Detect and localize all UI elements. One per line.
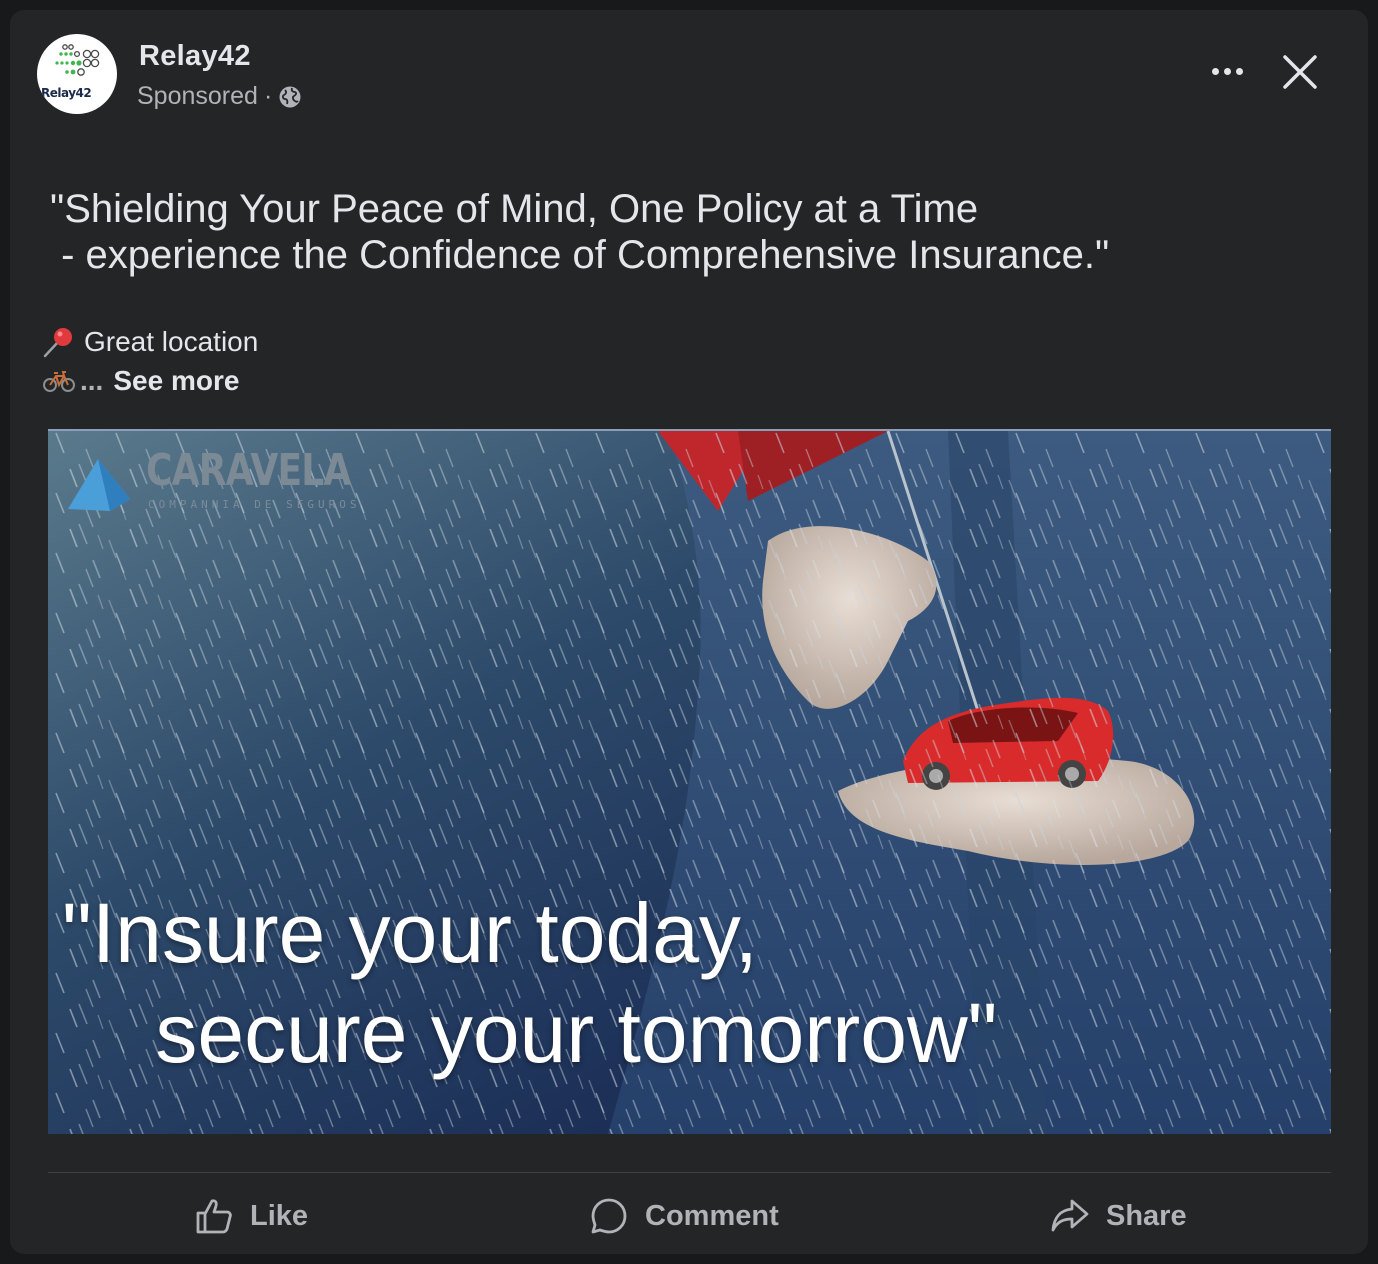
meta-separator: · [263, 82, 273, 110]
sponsored-label[interactable]: Sponsored [137, 82, 258, 111]
see-more-link[interactable]: See more [113, 365, 239, 397]
more-options-button[interactable] [1202, 56, 1252, 86]
thumbs-up-icon [196, 1199, 232, 1234]
globe-icon[interactable] [278, 85, 302, 109]
like-label: Like [250, 1199, 309, 1232]
see-more-line: ... See more [42, 365, 239, 397]
location-line: Great location [42, 325, 258, 359]
ad-slogan: "Insure your today, secure your tomorrow… [62, 886, 998, 1080]
avatar-text: Relay42 [41, 86, 92, 100]
brand-name: CARAVELA [146, 445, 351, 496]
caravela-logo-icon [68, 459, 130, 511]
post-header: Relay42 Relay42 Sponsored · [10, 10, 1368, 130]
location-text: Great location [84, 326, 259, 357]
round-pushpin-icon [43, 328, 72, 358]
share-arrow-icon [1051, 1199, 1089, 1232]
relay42-logo-icon [55, 44, 100, 76]
share-label: Share [1106, 1199, 1187, 1232]
share-button[interactable]: Share [1050, 1178, 1187, 1254]
ellipsis: ... [80, 365, 104, 396]
bicycle-icon [43, 371, 75, 392]
ad-image[interactable]: CARAVELA COMPANHIA DE SEGUROS "Insure yo… [48, 429, 1331, 1134]
post-meta: Sponsored · [137, 82, 302, 111]
close-icon[interactable] [1278, 50, 1322, 94]
sponsored-post-card: Relay42 Relay42 Sponsored · "Shielding Y… [10, 10, 1368, 1254]
page-avatar[interactable]: Relay42 [37, 34, 117, 114]
actions-divider [48, 1172, 1331, 1173]
like-button[interactable]: Like [194, 1178, 308, 1254]
comment-button[interactable]: Comment [589, 1178, 779, 1254]
comment-label: Comment [645, 1199, 779, 1232]
post-body-text: "Shielding Your Peace of Mind, One Polic… [50, 187, 1110, 277]
comment-icon [591, 1198, 627, 1234]
brand-subtitle: COMPANHIA DE SEGUROS [148, 498, 361, 511]
more-horizontal-icon [1211, 67, 1219, 75]
post-actions-bar: Like Comment Share [10, 1178, 1368, 1254]
page-name[interactable]: Relay42 [139, 40, 251, 73]
